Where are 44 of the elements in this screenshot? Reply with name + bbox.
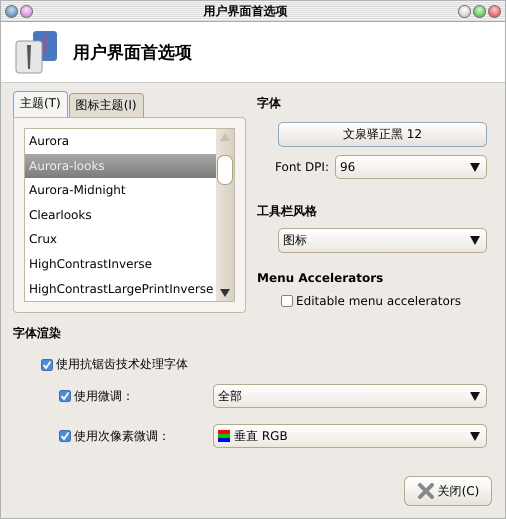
close-button[interactable] bbox=[488, 4, 501, 18]
section-heading: 工具栏风格 bbox=[257, 203, 318, 220]
shirts-icon bbox=[13, 29, 59, 75]
window-control[interactable] bbox=[20, 4, 33, 18]
window-control[interactable] bbox=[458, 4, 471, 18]
toolbar-style-dropdown[interactable]: 图标 bbox=[278, 228, 487, 253]
list-item[interactable]: HighContrastLargePrintInverse bbox=[25, 276, 216, 302]
section-heading: 字体渲染 bbox=[13, 325, 62, 342]
dropdown[interactable]: 全部 bbox=[213, 384, 487, 408]
checkbox[interactable] bbox=[41, 358, 53, 370]
caret-icon bbox=[470, 392, 480, 400]
scroll-thumb[interactable] bbox=[217, 155, 233, 185]
close-icon bbox=[416, 482, 435, 500]
caret-icon bbox=[470, 432, 480, 440]
list-item[interactable]: Crux bbox=[25, 227, 216, 252]
dropdown[interactable]: 垂直 RGB bbox=[213, 424, 487, 448]
caret-icon bbox=[470, 236, 480, 245]
caret-icon bbox=[470, 162, 480, 172]
list-item[interactable]: HighContrastInverse bbox=[25, 252, 216, 277]
checkbox-label: 使用抗锯齿技术处理字体 bbox=[56, 356, 188, 373]
header-title: 用户界面首选项 bbox=[73, 42, 192, 64]
maximize-button[interactable] bbox=[473, 4, 486, 18]
tab[interactable]: 主题(T) bbox=[13, 91, 68, 117]
checkbox[interactable] bbox=[59, 430, 71, 442]
dpi-dropdown[interactable]: 96 bbox=[335, 155, 487, 179]
checkbox-label: 使用微调： bbox=[74, 388, 134, 404]
list-item[interactable]: Aurora bbox=[25, 129, 216, 154]
scroll-down-icon[interactable] bbox=[220, 289, 230, 297]
font-button[interactable]: 文泉驿正黑 12 bbox=[278, 122, 487, 147]
close-button[interactable]: 关闭(C) bbox=[404, 476, 492, 506]
window-title: 用户界面首选项 bbox=[202, 2, 288, 20]
rgb-stripes-icon bbox=[218, 430, 230, 442]
tab[interactable]: 图标主题(I) bbox=[68, 93, 144, 117]
checkbox-label: Editable menu accelerators bbox=[296, 294, 462, 308]
scrollbar[interactable] bbox=[216, 129, 234, 301]
list-item[interactable]: Clearlooks bbox=[25, 202, 216, 228]
checkbox[interactable] bbox=[281, 295, 293, 307]
checkbox-label: 使用次像素微调： bbox=[74, 428, 170, 444]
section-heading: 字体 bbox=[257, 95, 282, 112]
field-label: Font DPI: bbox=[275, 160, 329, 174]
checkbox[interactable] bbox=[59, 390, 71, 402]
list-item[interactable]: Aurora-Midnight bbox=[25, 178, 216, 203]
section-heading: Menu Accelerators bbox=[257, 271, 384, 285]
window-control[interactable] bbox=[5, 4, 18, 18]
